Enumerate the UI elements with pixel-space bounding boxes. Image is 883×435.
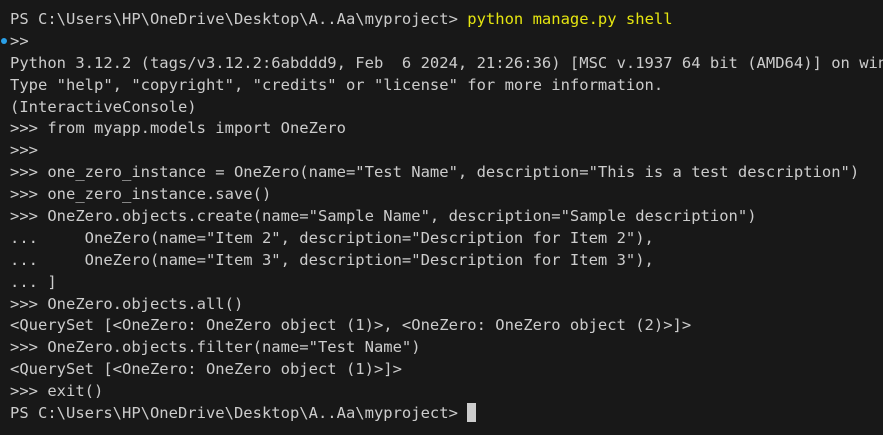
terminal-line: >>> from myapp.models import OneZero	[10, 119, 346, 138]
command-decoration-icon[interactable]	[1, 38, 7, 44]
terminal-line: >>> one_zero_instance = OneZero(name="Te…	[10, 163, 860, 182]
text-cursor	[467, 403, 477, 423]
terminal-line: >>> exit()	[10, 382, 104, 401]
terminal-line: <QuerySet [<OneZero: OneZero object (1)>…	[10, 360, 402, 379]
terminal-line: >>>	[10, 141, 38, 160]
terminal-line: >>> OneZero.objects.filter(name="Test Na…	[10, 338, 421, 357]
terminal-line: ... OneZero(name="Item 3", description="…	[10, 250, 654, 269]
terminal-line: Python 3.12.2 (tags/v3.12.2:6abddd9, Feb…	[10, 53, 883, 72]
terminal-panel[interactable]: PS C:\Users\HP\OneDrive\Desktop\A..Aa\my…	[0, 0, 883, 435]
terminal-line: >>> OneZero.objects.create(name="Sample …	[10, 207, 757, 226]
prompt-text: PS C:\Users\HP\OneDrive\Desktop\A..Aa\my…	[10, 404, 468, 423]
terminal-line: >>	[10, 31, 29, 50]
terminal-line: ... ]	[10, 272, 57, 291]
terminal-line: >>> one_zero_instance.save()	[10, 185, 272, 204]
prompt-text: PS C:\Users\HP\OneDrive\Desktop\A..Aa\my…	[10, 10, 468, 28]
terminal-line: <QuerySet [<OneZero: OneZero object (1)>…	[10, 316, 692, 335]
command-text: python manage.py shell	[467, 10, 673, 28]
terminal-line: >>> OneZero.objects.all()	[10, 294, 244, 313]
terminal-line-prompt: PS C:\Users\HP\OneDrive\Desktop\A..Aa\my…	[10, 9, 883, 31]
terminal-line: (InteractiveConsole)	[10, 97, 197, 116]
terminal-line: ... OneZero(name="Item 2", description="…	[10, 228, 654, 247]
terminal-line-active-prompt[interactable]: PS C:\Users\HP\OneDrive\Desktop\A..Aa\my…	[10, 403, 883, 425]
terminal-line: Type "help", "copyright", "credits" or "…	[10, 75, 664, 94]
